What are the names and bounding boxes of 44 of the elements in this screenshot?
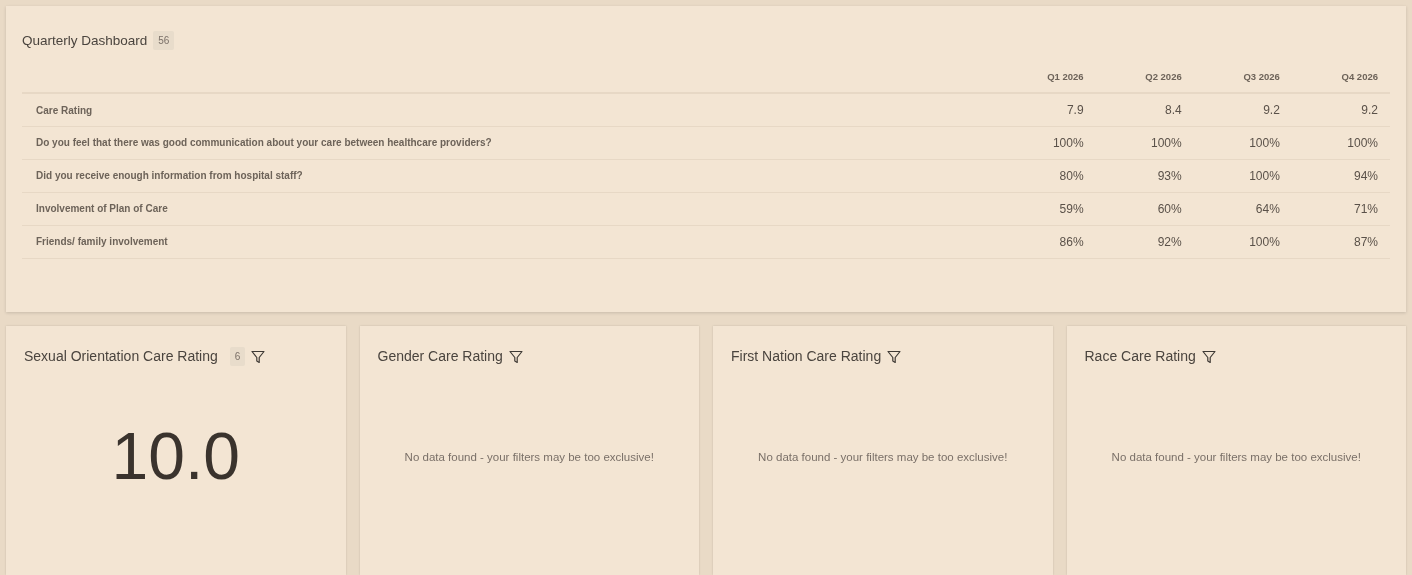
table-cell: 7.9	[997, 93, 1096, 127]
card-title: Sexual Orientation Care Rating	[24, 347, 218, 366]
table-cell: 71%	[1291, 192, 1390, 226]
filter-icon[interactable]	[1201, 349, 1216, 364]
empty-message: No data found - your filters may be too exclusive!	[1111, 450, 1361, 466]
column-header: Q4 2026	[1291, 70, 1390, 94]
table-cell: 64%	[1193, 192, 1292, 226]
table-cell: 92%	[1095, 225, 1194, 259]
row-label: Do you feel that there was good communication about your care between healthcare providers?	[22, 126, 998, 160]
table-cell: 9.2	[1291, 93, 1390, 127]
table-cell: 100%	[997, 126, 1096, 160]
rating-value: 10.0	[111, 417, 240, 495]
table-cell: 100%	[1291, 126, 1390, 160]
table-cell: 59%	[997, 192, 1096, 226]
table-cell: 60%	[1095, 192, 1194, 226]
table-cell: 93%	[1095, 159, 1194, 193]
empty-message: No data found - your filters may be too exclusive!	[404, 450, 654, 466]
table-cell: 100%	[1193, 225, 1292, 259]
column-header: Q3 2026	[1193, 70, 1292, 94]
card-title: Gender Care Rating	[377, 347, 503, 366]
table-cell: 87%	[1291, 225, 1390, 259]
count-badge: 6	[229, 347, 246, 366]
row-label: Care Rating	[22, 93, 998, 127]
table-cell: 100%	[1193, 159, 1292, 193]
card-title: First Nation Care Rating	[731, 347, 882, 366]
row-label: Did you receive enough information from hospital staff?	[22, 159, 998, 193]
empty-message: No data found - your filters may be too exclusive!	[758, 450, 1008, 466]
table-cell: 86%	[997, 225, 1096, 259]
card-title: Race Care Rating	[1084, 347, 1196, 366]
row-label: Involvement of Plan of Care	[22, 192, 998, 226]
row-label: Friends/ family involvement	[22, 225, 998, 259]
table-cell: 100%	[1095, 126, 1194, 160]
filter-icon[interactable]	[251, 349, 266, 364]
table-cell: 80%	[997, 159, 1096, 193]
filter-icon[interactable]	[508, 349, 523, 364]
table-cell: 94%	[1291, 159, 1390, 193]
panel-title: Quarterly Dashboard	[22, 33, 148, 48]
table-cell: 8.4	[1095, 93, 1194, 127]
table-cell: 9.2	[1193, 93, 1292, 127]
filter-icon[interactable]	[887, 349, 902, 364]
column-header: Q1 2026	[997, 70, 1096, 94]
table-cell: 100%	[1193, 126, 1292, 160]
count-badge: 56	[153, 31, 175, 51]
column-header: Q2 2026	[1095, 70, 1194, 94]
